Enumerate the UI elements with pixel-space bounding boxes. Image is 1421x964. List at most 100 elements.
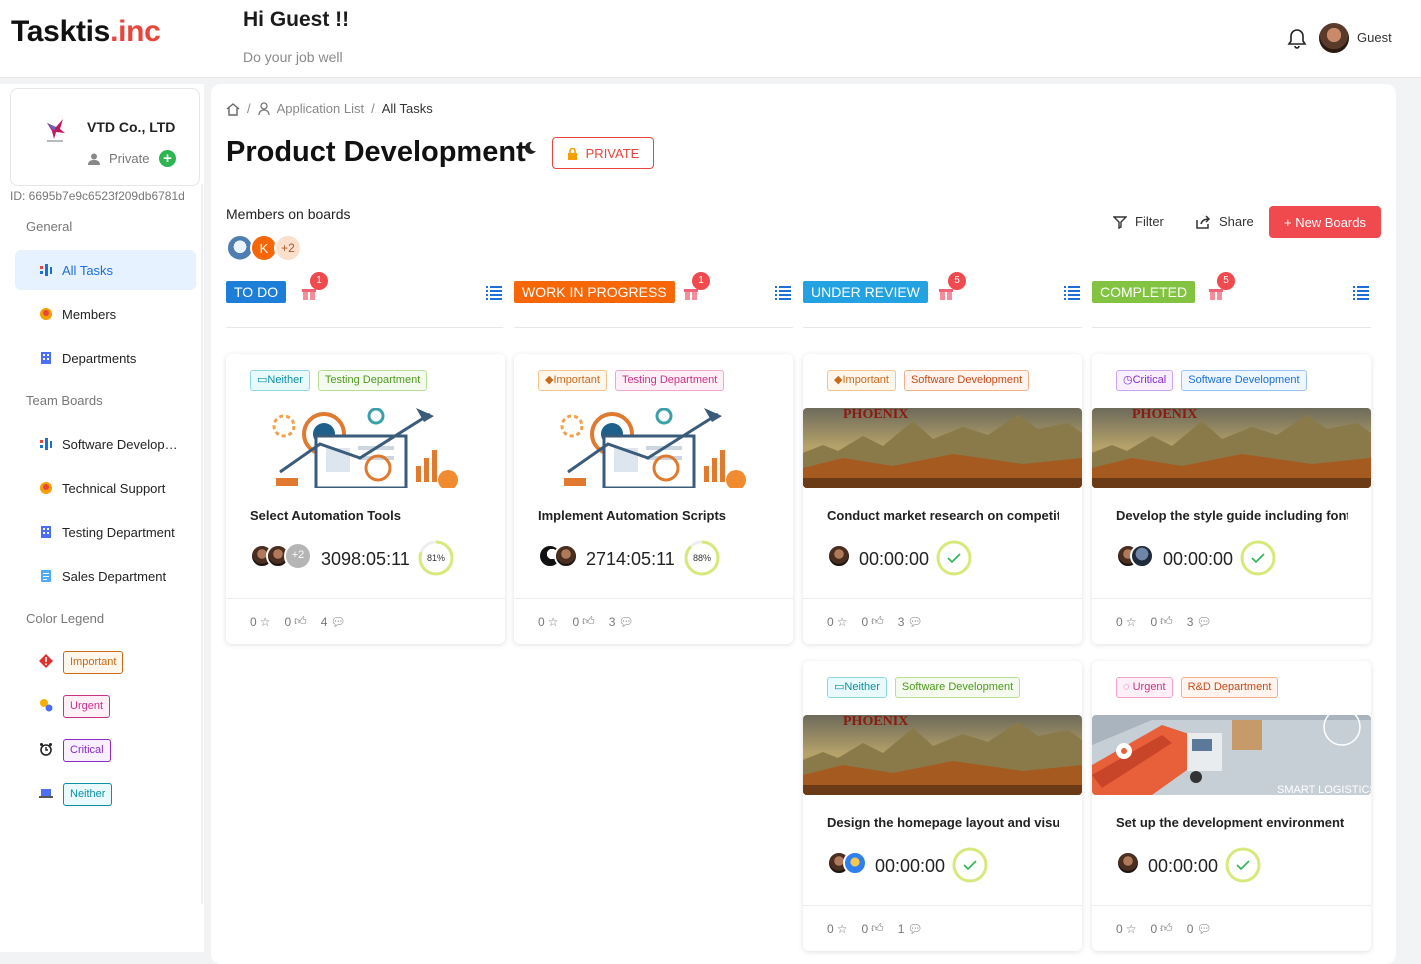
section-general: General <box>26 219 73 234</box>
column-label: COMPLETED <box>1092 281 1196 303</box>
building-icon <box>41 526 51 538</box>
comment-count[interactable]: 3 💬︎ <box>1187 614 1212 629</box>
svg-text:81%: 81% <box>427 553 445 563</box>
breadcrumb: / Application List / All Tasks <box>226 101 433 116</box>
sidebar-scrollbar[interactable] <box>201 184 203 904</box>
more-assignees-badge: +2 <box>284 542 312 570</box>
column-label: WORK IN PROGRESS <box>514 281 675 303</box>
complete-check-icon <box>952 847 988 883</box>
share-icon <box>1196 214 1211 229</box>
column-divider <box>803 327 1082 328</box>
star-count[interactable]: 0 ☆ <box>538 614 558 629</box>
column-count-badge: 5 <box>948 272 966 290</box>
sidebar-item-sales-department[interactable]: Sales Department <box>15 556 196 596</box>
sidebar-item-technical-support[interactable]: Technical Support <box>15 468 196 508</box>
like-count[interactable]: 0 👍︎ <box>861 921 883 936</box>
department-tag: Testing Department <box>317 370 428 391</box>
column-label: UNDER REVIEW <box>803 281 928 303</box>
add-org-member-button[interactable]: + <box>159 150 176 167</box>
sidebar-item-members[interactable]: Members <box>15 294 196 334</box>
complete-check-icon <box>936 540 972 576</box>
filter-button[interactable]: Filter <box>1113 214 1164 229</box>
privacy-button[interactable]: PRIVATE <box>552 137 654 169</box>
sidebar-item-all-tasks[interactable]: All Tasks <box>15 250 196 290</box>
members-label: Members on boards <box>226 206 351 222</box>
more-members-badge[interactable]: +2 <box>274 234 302 262</box>
support-icon <box>40 482 52 494</box>
comment-count[interactable]: 3 💬︎ <box>898 614 923 629</box>
like-count[interactable]: 0 👍︎ <box>861 614 883 629</box>
phoenix-city-image: PHOENIX <box>803 715 1082 795</box>
star-count[interactable]: 0 ☆ <box>827 921 847 936</box>
task-card[interactable]: ◆Important Testing Department Implement … <box>514 354 793 644</box>
comment-count[interactable]: 1 💬︎ <box>898 921 923 936</box>
home-icon[interactable] <box>226 102 240 116</box>
sidebar-item-testing-department[interactable]: Testing Department <box>15 512 196 552</box>
greeting-title: Hi Guest !! <box>243 8 350 31</box>
column-header-under-review: UNDER REVIEW 5 <box>803 272 1082 303</box>
list-view-icon[interactable] <box>485 283 503 301</box>
list-view-icon[interactable] <box>1063 283 1081 301</box>
column-divider <box>514 327 793 328</box>
svg-text:PHOENIX: PHOENIX <box>843 408 908 422</box>
legend-important: Important <box>15 647 196 677</box>
new-boards-button[interactable]: + New Boards <box>1269 206 1381 238</box>
share-button[interactable]: Share <box>1196 214 1254 229</box>
card-stats: 0 ☆ 0 👍︎ 3 💬︎ <box>538 614 634 629</box>
star-count[interactable]: 0 ☆ <box>250 614 270 629</box>
task-card[interactable]: ◷Critical Software Development PHOENIX D… <box>1092 354 1371 644</box>
list-view-icon[interactable] <box>1352 283 1370 301</box>
comment-count[interactable]: 4 💬︎ <box>321 614 346 629</box>
moon-icon[interactable] <box>523 141 537 155</box>
notification-bell-icon[interactable] <box>1287 28 1307 50</box>
lock-icon <box>567 147 577 160</box>
section-team-boards: Team Boards <box>26 393 103 408</box>
like-count[interactable]: 0 👍︎ <box>572 614 594 629</box>
card-divider <box>803 905 1082 906</box>
comment-count[interactable]: 3 💬︎ <box>609 614 634 629</box>
task-card[interactable]: ▭Neither Software Development PHOENIX De… <box>803 661 1082 951</box>
user-avatar[interactable] <box>1319 23 1349 53</box>
task-card[interactable]: ◆Important Software Development PHOENIX … <box>803 354 1082 644</box>
progress-ring: 81% <box>418 540 454 576</box>
column-divider <box>1092 327 1371 328</box>
comment-count[interactable]: 0 💬︎ <box>1187 921 1212 936</box>
like-count[interactable]: 0 👍︎ <box>284 614 306 629</box>
org-privacy: Private <box>109 151 150 166</box>
assignee-avatar <box>843 851 867 875</box>
priority-tag: ◆Important <box>827 370 896 391</box>
complete-check-icon <box>1240 540 1276 576</box>
card-stats: 0 ☆ 0 👍︎ 1 💬︎ <box>827 921 923 936</box>
important-icon <box>39 654 53 668</box>
card-divider <box>514 598 793 599</box>
time-tracked: 00:00:00 <box>1148 856 1219 876</box>
main-panel: / Application List / All Tasks Product D… <box>211 84 1396 964</box>
card-divider <box>803 598 1082 599</box>
star-count[interactable]: 0 ☆ <box>1116 614 1136 629</box>
star-count[interactable]: 0 ☆ <box>827 614 847 629</box>
task-card[interactable]: ◌ Urgent R&D Department SMART LOGISTICS … <box>1092 661 1371 951</box>
department-tag: Software Development <box>903 370 1030 391</box>
like-count[interactable]: 0 👍︎ <box>1150 921 1172 936</box>
private-user-icon <box>88 153 100 165</box>
time-tracked: 2714:05:11 <box>586 549 675 569</box>
task-card[interactable]: ▭Neither Testing Department Select Autom… <box>226 354 505 644</box>
organization-card[interactable]: VTD Co., LTD Private + <box>10 88 200 186</box>
sidebar-item-departments[interactable]: Departments <box>15 338 196 378</box>
department-tag: Testing Department <box>614 370 725 391</box>
legend-urgent: Urgent <box>15 691 196 721</box>
list-view-icon[interactable] <box>774 283 792 301</box>
priority-tag: ◆Important <box>538 370 607 391</box>
like-count[interactable]: 0 👍︎ <box>1150 614 1172 629</box>
user-name[interactable]: Guest <box>1357 30 1392 45</box>
task-title: Implement Automation Scripts <box>538 508 727 523</box>
card-divider <box>1092 905 1371 906</box>
breadcrumb-application-list[interactable]: Application List <box>277 101 364 116</box>
sidebar-item-software-development[interactable]: Software Development <box>15 424 196 464</box>
page-title: Product Development <box>226 136 526 168</box>
board-icon <box>40 438 52 450</box>
app-logo[interactable]: Tasktis.inc <box>11 15 161 49</box>
laptop-icon <box>39 789 53 798</box>
column-count-badge: 1 <box>692 272 710 290</box>
star-count[interactable]: 0 ☆ <box>1116 921 1136 936</box>
